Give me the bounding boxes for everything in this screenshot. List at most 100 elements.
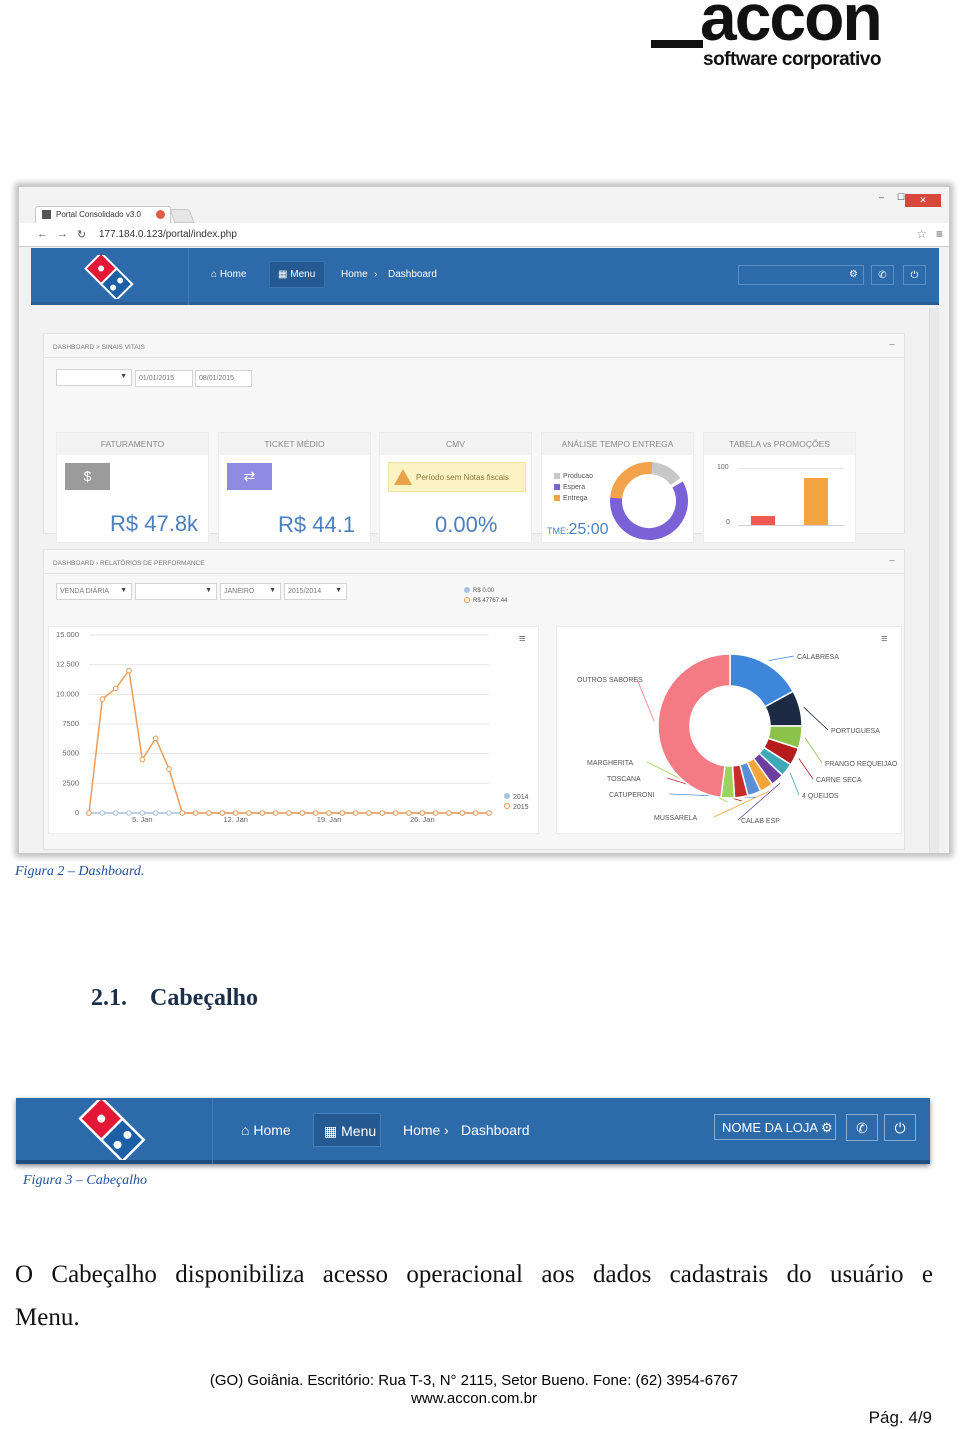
daily-sales-chart: ≡ 15.000 12.500 10.000 7500 5000 2500 0 5. Jan 1…	[48, 626, 539, 834]
data-point	[472, 810, 479, 816]
data-point	[339, 810, 346, 816]
back-icon[interactable]: ←	[37, 228, 48, 240]
flavors-pie-chart: ≡ CALABRESA PORTUGUESA FRANGO REQUEIJAO CAR…	[556, 626, 902, 834]
tab-close-icon[interactable]	[156, 210, 165, 219]
reload-icon[interactable]: ↻	[77, 228, 86, 241]
home-nav-link[interactable]: ⌂ Home	[211, 269, 247, 280]
power-button[interactable]: ⏻	[903, 265, 926, 285]
kpi-title: FATURAMENTO	[57, 433, 208, 455]
kpi-ticket-medio: TICKET MÉDIO ⇄ R$ 44.1	[218, 432, 371, 543]
minimize-button[interactable]: –	[879, 192, 884, 202]
legend-marker	[504, 793, 510, 799]
kpi-value: R$ 47.8k	[110, 511, 199, 536]
breadcrumb-dashboard[interactable]: Dashboard	[461, 1122, 530, 1138]
vitals-panel-header: DASHBOARD > SINAIS VITAIS −	[44, 334, 904, 358]
pie-label: FRANGO REQUEIJAO	[825, 761, 898, 768]
data-point	[312, 810, 319, 816]
maximize-button[interactable]: ☐	[897, 192, 905, 203]
year-select[interactable]: 2015/2014 ▼	[284, 583, 347, 600]
kpi-cmv: CMV Período sem Notas fiscais 0.00%	[379, 432, 532, 543]
pie-label: CARNE SECA	[816, 777, 862, 784]
store-filter-select[interactable]: ▼	[56, 369, 132, 386]
data-point	[432, 810, 439, 816]
tab-title: Portal Consolidado v3.0	[56, 210, 141, 219]
line-chart-svg: 15.000 12.500 10.000 7500 5000 2500 0 5. Jan 12.…	[56, 630, 529, 824]
dashboard-screenshot: Portal Consolidado v3.0 – ☐ ✕ ← → ↻ 177.…	[18, 186, 950, 854]
data-point	[99, 696, 106, 702]
legend-producao: Producao	[554, 473, 593, 480]
page-scrollbar[interactable]	[929, 308, 939, 853]
phone-button[interactable]: ✆	[871, 265, 894, 285]
perf-legend-2015: R$ 47767.44	[464, 597, 507, 604]
breadcrumb-home[interactable]: Home	[341, 269, 368, 280]
browser-menu-icon[interactable]: ≡	[936, 227, 943, 241]
x-tick-label: 19. Jan	[317, 815, 342, 824]
data-point	[99, 810, 106, 816]
store-selector[interactable]: NOME DA LOJA ⚙	[714, 1114, 836, 1140]
y-tick-label: 7500	[62, 719, 79, 728]
pie-slice	[657, 653, 731, 799]
tabela-bar	[751, 516, 775, 525]
figure-2-caption: Figura 2 – Dashboard.	[15, 864, 145, 879]
gear-icon: ⚙	[821, 1120, 833, 1135]
data-point	[459, 810, 466, 816]
favicon-icon	[42, 210, 51, 219]
pie-label: OUTROS SABORES	[577, 677, 643, 684]
new-tab-button[interactable]	[169, 209, 195, 223]
gear-icon: ⚙	[849, 269, 858, 280]
legend-label: 2014	[513, 794, 529, 801]
vitals-panel: DASHBOARD > SINAIS VITAIS − ▼ 01/01/2015…	[43, 333, 905, 543]
bookmark-star-icon[interactable]: ☆	[916, 227, 927, 241]
body-paragraph-line2: Menu.	[15, 1304, 80, 1331]
menu-button[interactable]: ▦ Menu	[269, 261, 325, 288]
kpi-faturamento: FATURAMENTO $ R$ 47.8k	[56, 432, 209, 543]
menu-button[interactable]: ▦ Menu	[313, 1113, 381, 1147]
data-point	[379, 810, 386, 816]
tempo-donut-chart	[610, 462, 688, 540]
phone-button[interactable]: ✆	[846, 1114, 878, 1141]
browser-tabbar: Portal Consolidado v3.0 – ☐ ✕	[19, 187, 949, 223]
footer-website[interactable]: www.accon.com.br	[0, 1390, 948, 1407]
pie-label: MARGHERITA	[587, 760, 633, 767]
data-point	[446, 810, 452, 816]
browser-tab[interactable]: Portal Consolidado v3.0	[35, 206, 171, 223]
breadcrumb-home[interactable]: Home	[403, 1122, 440, 1138]
data-point	[392, 810, 399, 816]
performance-title: DASHBOARD › RELATÓRIOS DE PERFORMANCE	[53, 560, 205, 567]
pie-label: PORTUGUESA	[831, 728, 880, 735]
kpi-title: ANÁLISE TEMPO ENTREGA	[542, 433, 693, 455]
home-nav-link[interactable]: ⌂ Home	[241, 1122, 291, 1138]
y-tick-label: 12.500	[56, 660, 79, 669]
report-type-select[interactable]: VENDA DIÁRIA ▼	[56, 583, 132, 600]
data-point	[366, 810, 372, 816]
data-point	[206, 810, 212, 816]
forward-icon[interactable]: →	[57, 228, 68, 240]
legend-espera: Espera	[554, 484, 585, 491]
address-bar[interactable]: 177.184.0.123/portal/index.php	[99, 229, 237, 240]
month-select[interactable]: JANEIRO ▼	[220, 583, 281, 600]
data-point	[112, 685, 119, 692]
store-name: NOME DA LOJA	[722, 1120, 818, 1135]
menu-label: Menu	[290, 269, 316, 280]
collapse-icon[interactable]: −	[889, 340, 895, 351]
section-title: Cabeçalho	[150, 985, 258, 1011]
logo-tagline: software corporativo	[703, 49, 881, 70]
pie-label: MUSSARELA	[654, 815, 698, 822]
cmv-warning: Período sem Notas fiscais	[388, 462, 526, 492]
breadcrumb-dashboard[interactable]: Dashboard	[388, 269, 437, 280]
date-from-input[interactable]: 01/01/2015	[135, 370, 193, 387]
date-to-input[interactable]: 08/01/2015	[195, 370, 252, 387]
y-tick: 100	[717, 464, 729, 471]
tme-readout: TME:25:00	[547, 521, 609, 539]
series-line-2015	[88, 668, 489, 814]
store-selector[interactable]: ⚙	[738, 265, 864, 285]
x-tick-label: 26. Jan	[410, 815, 435, 824]
kpi-tempo-entrega: ANÁLISE TEMPO ENTREGA Producao Espera En…	[541, 432, 694, 543]
pie-chart-svg: CALABRESA PORTUGUESA FRANGO REQUEIJAO CARNE…	[577, 653, 898, 825]
power-button[interactable]: ⏻	[884, 1114, 916, 1141]
data-point	[152, 810, 159, 816]
window-close-button[interactable]: ✕	[905, 194, 941, 207]
data-point	[112, 810, 119, 816]
collapse-icon[interactable]: −	[889, 556, 895, 567]
store-select[interactable]: ▼	[135, 583, 217, 600]
